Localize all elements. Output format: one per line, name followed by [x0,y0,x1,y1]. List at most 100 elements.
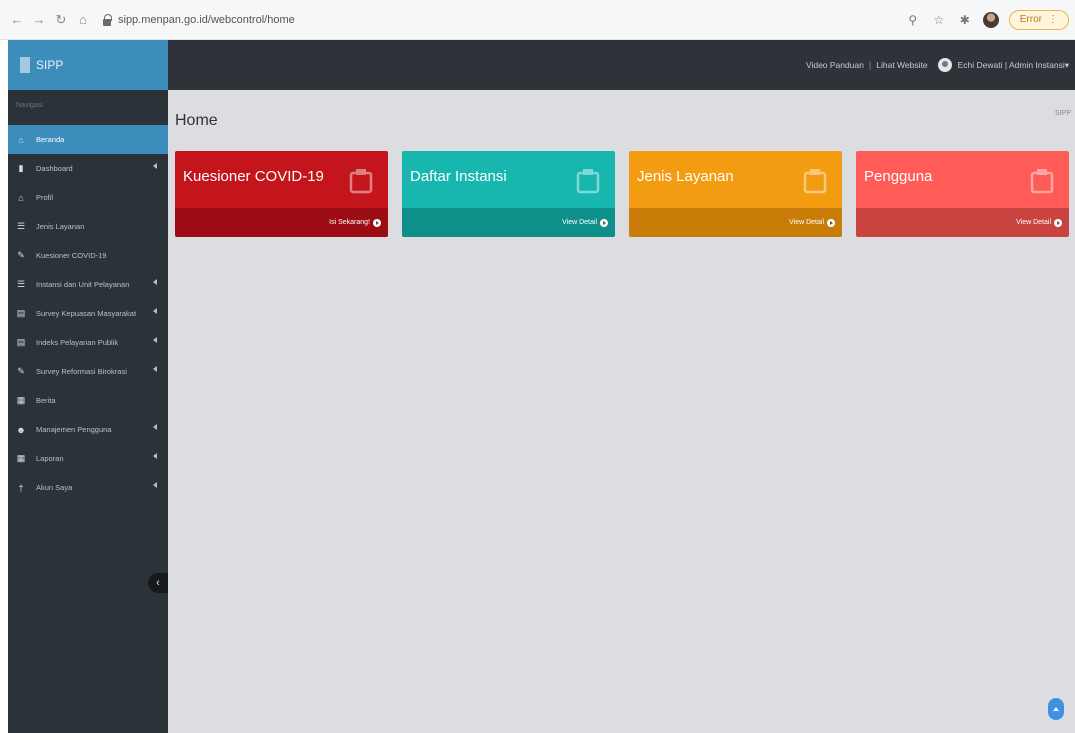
sidebar-item[interactable]: ▤ Survey Kepuasan Masyarakat [8,299,168,328]
sidebar-item[interactable]: † Akun Saya [8,473,168,502]
document-icon: ▤ [16,337,26,347]
breadcrumb[interactable]: SIPP [1055,110,1071,117]
sidebar-item-label: Manajemen Pengguna [36,425,112,434]
arrow-circle-right-icon [373,218,381,227]
lock-icon [102,13,112,26]
home-icon[interactable]: ⌂ [74,11,92,29]
sidebar-item[interactable]: ▤ Indeks Pelayanan Publik [8,328,168,357]
sidebar-item-label: Survey Kepuasan Masyarakat [36,309,137,318]
chevron-left-icon [153,163,157,169]
separator: | [868,60,872,70]
sidebar-item-label: Kuesioner COVID-19 [36,251,107,260]
chart-icon: ▮ [18,163,24,173]
back-icon[interactable]: ← [8,11,26,29]
users-icon [1029,167,1055,195]
video-panduan-link[interactable]: Video Panduan [806,60,864,70]
sidebar-menu: Navigasi ⌂ Beranda ▮ Dashboard ⌂ Profil ☰ Jenis… [8,90,168,502]
chevron-left-icon [153,482,157,488]
home-icon: ⌂ [18,134,24,145]
logo[interactable]: SIPP [8,40,168,90]
card-action-link[interactable]: Isi Sekarang! [175,208,388,237]
sidebar-item[interactable]: ☻ Manajemen Pengguna [8,415,168,444]
url-text: sipp.menpan.go.id/webcontrol/home [118,13,295,26]
sidebar-item[interactable]: ✎ Kuesioner COVID-19 [8,241,168,270]
user-avatar[interactable] [937,58,952,72]
arrow-circle-right-icon [827,218,835,227]
chevron-down-icon[interactable]: ▾ [1065,60,1069,71]
card-action-label: View Detail [562,219,597,226]
reload-icon[interactable]: ↻ [52,11,70,29]
sidebar-item[interactable]: ✎ Survey Reformasi Birokrasi [8,357,168,386]
chevron-left-icon [153,366,157,372]
sidebar-item-label: Beranda [36,135,65,144]
sidebar-item[interactable]: ▦ Berita [8,386,168,415]
bar-chart-icon: ▤ [16,308,26,318]
zoom-icon[interactable]: ⚲ [905,13,921,27]
list-icon: ☰ [16,221,26,231]
users-icon: ☻ [16,424,26,435]
sidebar-item-label: Instansi dan Unit Pelayanan [36,280,130,289]
app-window: SIPP Navigasi ⌂ Beranda ▮ Dashboard ⌂ Profil ☰… [8,40,1075,733]
lihat-website-link[interactable]: Lihat Website [876,60,927,70]
institution-icon: ⌂ [18,192,24,203]
chevron-left-icon [153,308,157,314]
error-button[interactable]: Error ⋮ [1008,9,1069,30]
edit-icon [348,167,374,195]
edit-icon: ✎ [17,250,25,260]
card-title: Jenis Layanan [637,168,734,185]
card-title: Daftar Instansi [410,168,507,185]
sidebar-item[interactable]: ▦ Laporan [8,444,168,473]
institution-icon [575,167,601,195]
card-action-label: View Detail [1016,219,1051,226]
sidebar-item[interactable]: ⌂ Beranda [8,125,168,154]
chevron-left-icon [153,453,157,459]
dashboard-card[interactable]: Kuesioner COVID-19 Isi Sekarang! [175,151,388,237]
sidebar-item[interactable]: ▮ Dashboard [8,154,168,183]
extensions-icon[interactable]: ✱ [957,13,973,27]
sidebar-item-label: Indeks Pelayanan Publik [36,338,119,347]
dashboard-card[interactable]: Pengguna View Detail [856,151,1069,237]
card-action-label: View Detail [789,219,824,226]
profile-avatar[interactable] [982,11,999,28]
list-icon: ☰ [16,279,26,289]
sidebar-item[interactable]: ☰ Jenis Layanan [8,212,168,241]
chevron-left-icon [153,424,157,430]
gears-icon [802,167,828,195]
error-label: Error [1019,14,1042,25]
sidebar-section-label: Navigasi [16,102,43,109]
card-title: Pengguna [864,168,933,185]
sidebar-item[interactable]: ☰ Instansi dan Unit Pelayanan [8,270,168,299]
arrow-circle-right-icon [1054,218,1062,227]
sidebar-item-label: Berita [36,396,56,405]
page-title: Home [175,112,218,129]
sidebar-item-label: Jenis Layanan [36,222,85,231]
dashboard-card[interactable]: Jenis Layanan View Detail [629,151,842,237]
dashboard-card[interactable]: Daftar Instansi View Detail [402,151,615,237]
star-icon[interactable]: ☆ [931,13,947,27]
forward-icon[interactable]: → [30,11,48,29]
user-icon: † [18,482,24,493]
logo-mark-icon [20,57,30,73]
address-bar[interactable]: sipp.menpan.go.id/webcontrol/home [102,7,882,33]
newspaper-icon: ▦ [16,395,26,405]
arrow-circle-right-icon [600,218,608,227]
card-action-link[interactable]: View Detail [856,208,1069,237]
sidebar-item-label: Profil [36,193,54,202]
edit-icon: ✎ [17,366,25,376]
chevron-left-icon [153,279,157,285]
browser-toolbar: ← → ↻ ⌂ sipp.menpan.go.id/webcontrol/hom… [0,0,1075,40]
collapse-sidebar-button[interactable]: ‹ [148,573,168,593]
main-content: Home SIPP Kuesioner COVID-19 Isi Sekarang… [168,90,1075,733]
report-icon: ▦ [16,453,26,463]
card-title: Kuesioner COVID-19 [183,168,324,185]
card-action-link[interactable]: View Detail [402,208,615,237]
sidebar-item-label: Akun Saya [36,483,73,492]
user-menu[interactable]: Echi Dewati | Admin Instansi [958,60,1065,70]
card-action-link[interactable]: View Detail [629,208,842,237]
menu-dots-icon: ⋮ [1048,14,1058,25]
sidebar-item[interactable]: ⌂ Profil [8,183,168,212]
sidebar-item-label: Survey Reformasi Birokrasi [36,367,127,376]
logo-text: SIPP [36,58,64,72]
scroll-to-top-button[interactable] [1048,698,1064,720]
top-navbar: Video Panduan | Lihat Website Echi Dewat… [168,40,1075,90]
